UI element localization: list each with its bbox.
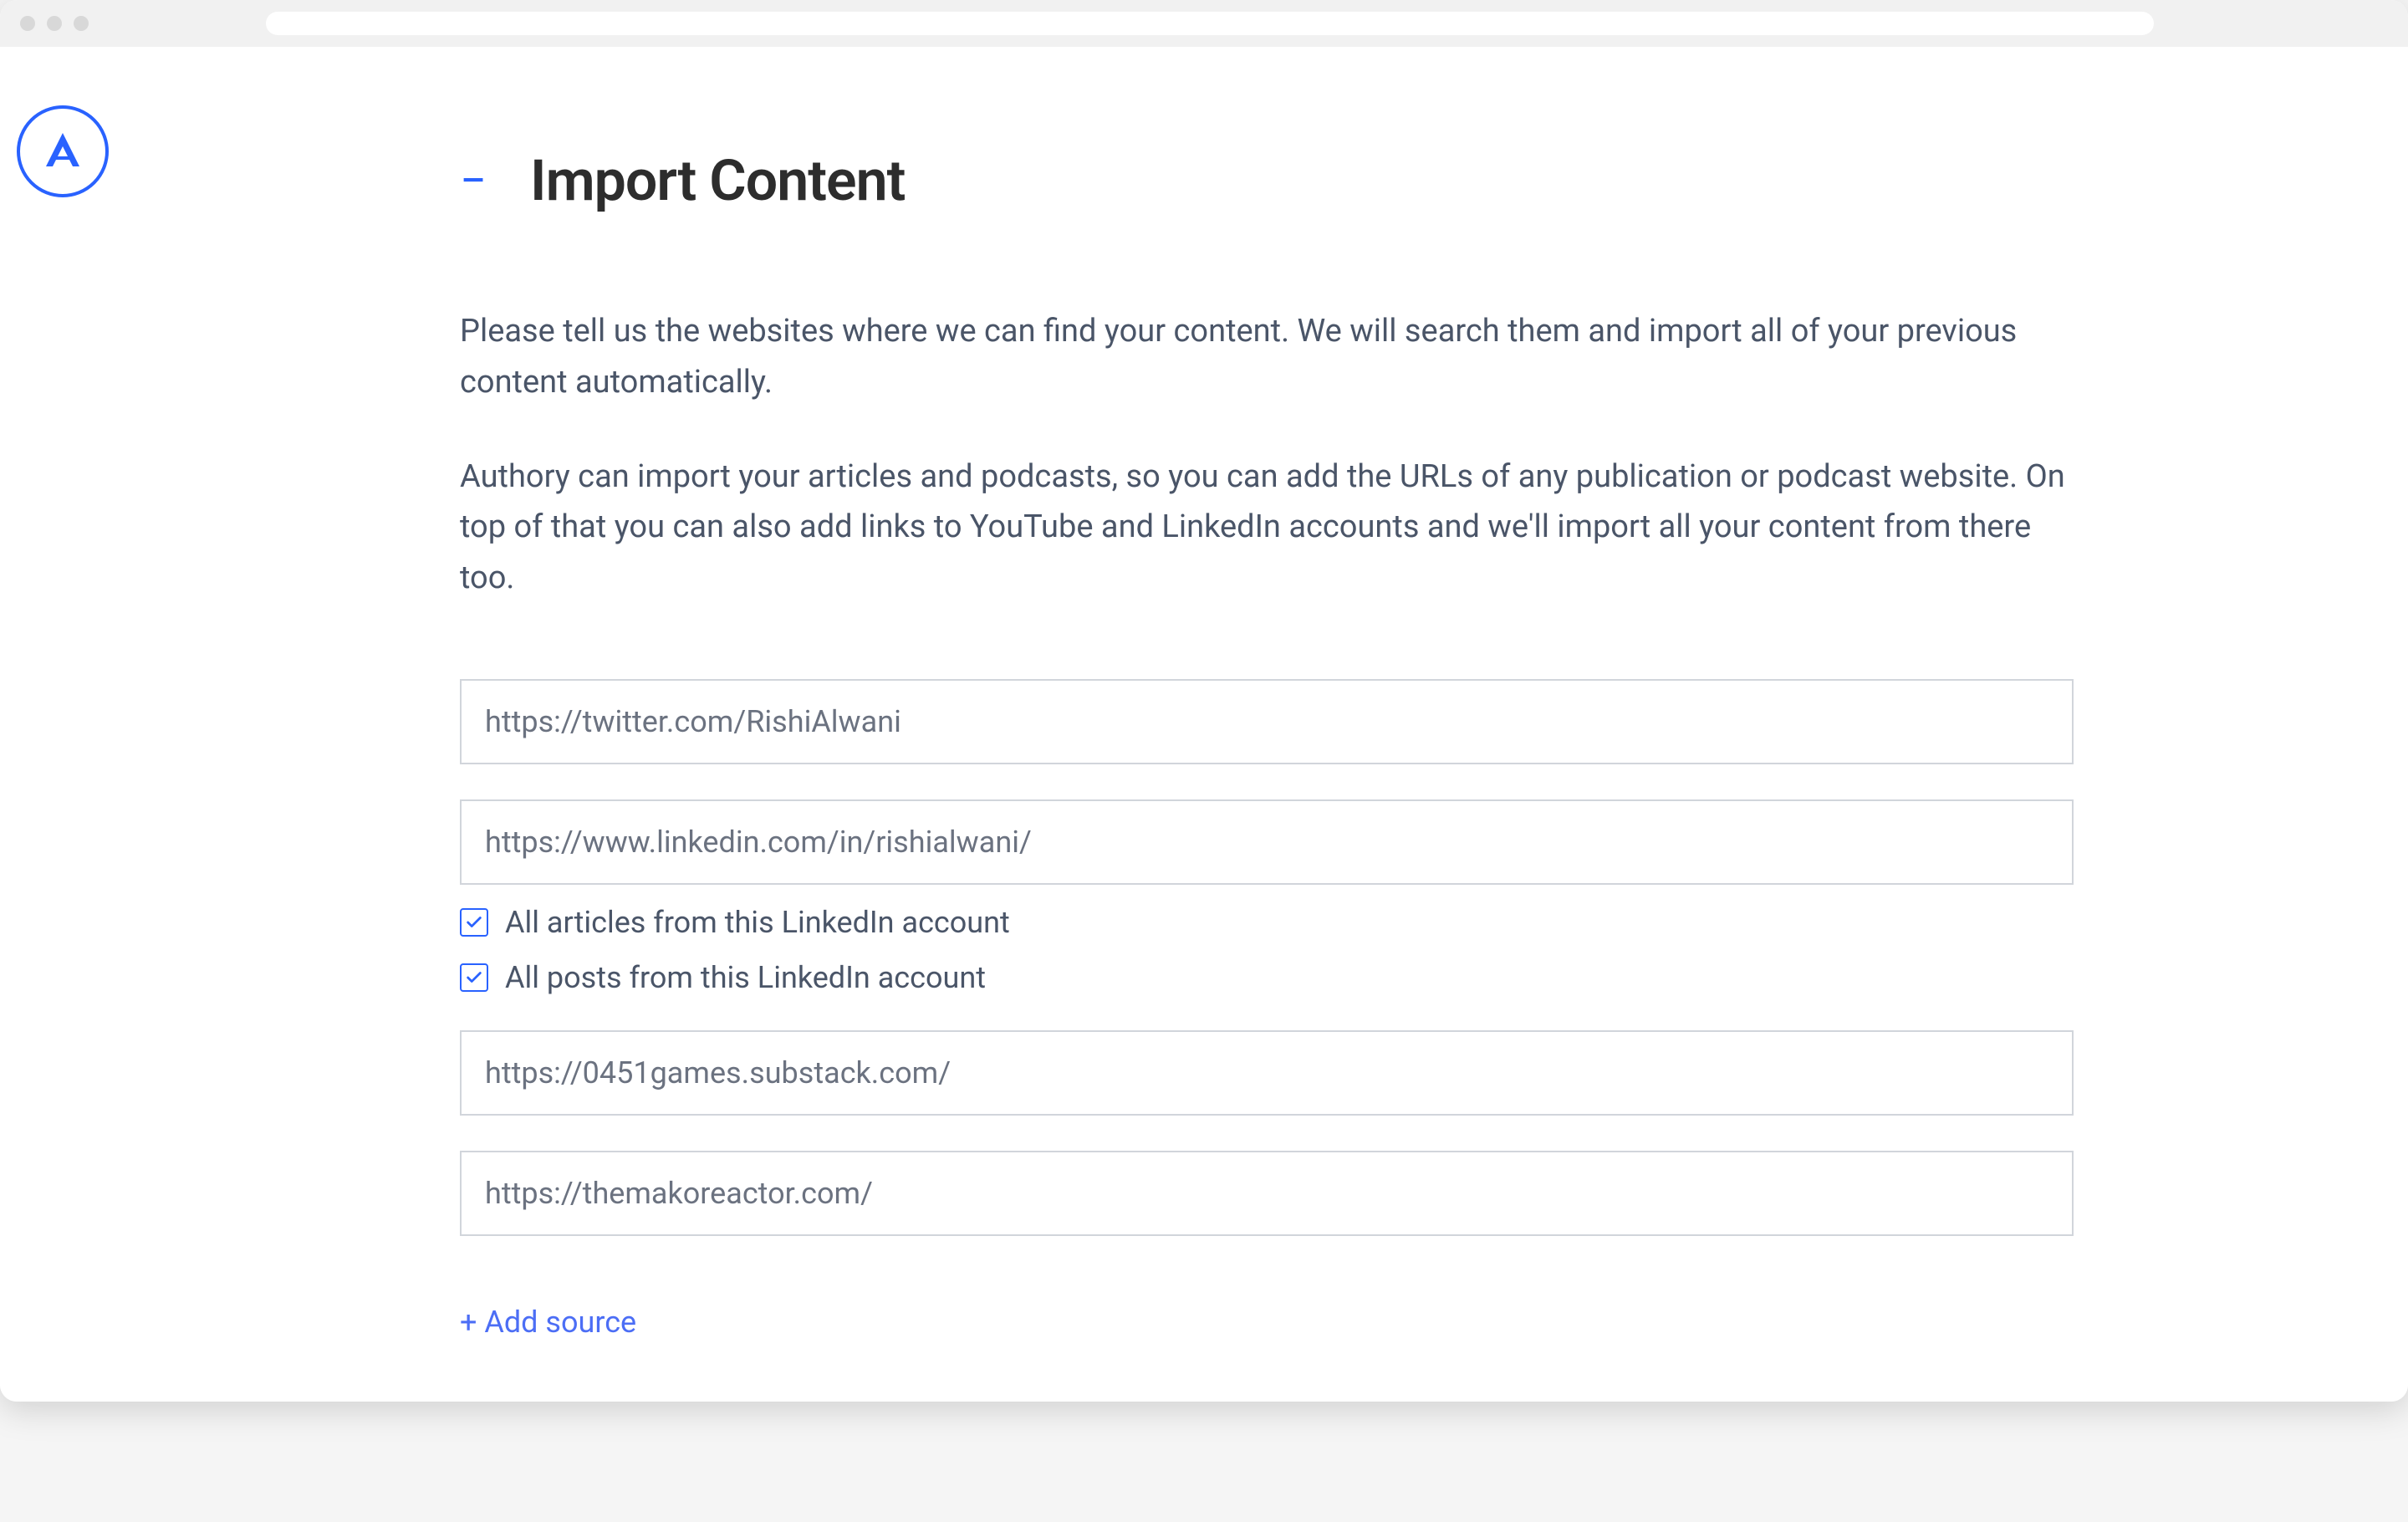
source-input-group-2: All articles from this LinkedIn account … <box>460 799 2074 995</box>
browser-window: − Import Content Please tell us the webs… <box>0 0 2408 1402</box>
authory-logo-icon[interactable] <box>17 105 109 197</box>
minimize-window-icon[interactable] <box>47 16 62 31</box>
sidebar <box>0 47 142 1402</box>
url-bar[interactable] <box>266 12 2154 35</box>
page-header: − Import Content <box>460 147 2074 214</box>
source-input-group-3 <box>460 1030 2074 1116</box>
source-url-input-1[interactable] <box>460 679 2074 764</box>
source-input-group-1 <box>460 679 2074 764</box>
linkedin-articles-checkbox[interactable] <box>460 908 488 937</box>
traffic-lights <box>20 16 89 31</box>
description-paragraph-2: Authory can import your articles and pod… <box>460 452 2074 604</box>
source-url-input-4[interactable] <box>460 1151 2074 1236</box>
linkedin-articles-label: All articles from this LinkedIn account <box>505 905 1010 940</box>
linkedin-posts-label: All posts from this LinkedIn account <box>505 960 986 995</box>
app-content: − Import Content Please tell us the webs… <box>0 47 2408 1402</box>
checkbox-row-articles: All articles from this LinkedIn account <box>460 905 2074 940</box>
source-url-input-3[interactable] <box>460 1030 2074 1116</box>
add-source-link[interactable]: + Add source <box>460 1305 636 1340</box>
maximize-window-icon[interactable] <box>74 16 89 31</box>
main-content: − Import Content Please tell us the webs… <box>142 47 2408 1402</box>
page-title: Import Content <box>530 147 905 214</box>
source-url-input-2[interactable] <box>460 799 2074 885</box>
collapse-icon[interactable]: − <box>460 157 487 204</box>
browser-chrome <box>0 0 2408 47</box>
close-window-icon[interactable] <box>20 16 35 31</box>
source-input-group-4 <box>460 1151 2074 1236</box>
linkedin-posts-checkbox[interactable] <box>460 963 488 992</box>
checkbox-row-posts: All posts from this LinkedIn account <box>460 960 2074 995</box>
description-paragraph-1: Please tell us the websites where we can… <box>460 306 2074 408</box>
